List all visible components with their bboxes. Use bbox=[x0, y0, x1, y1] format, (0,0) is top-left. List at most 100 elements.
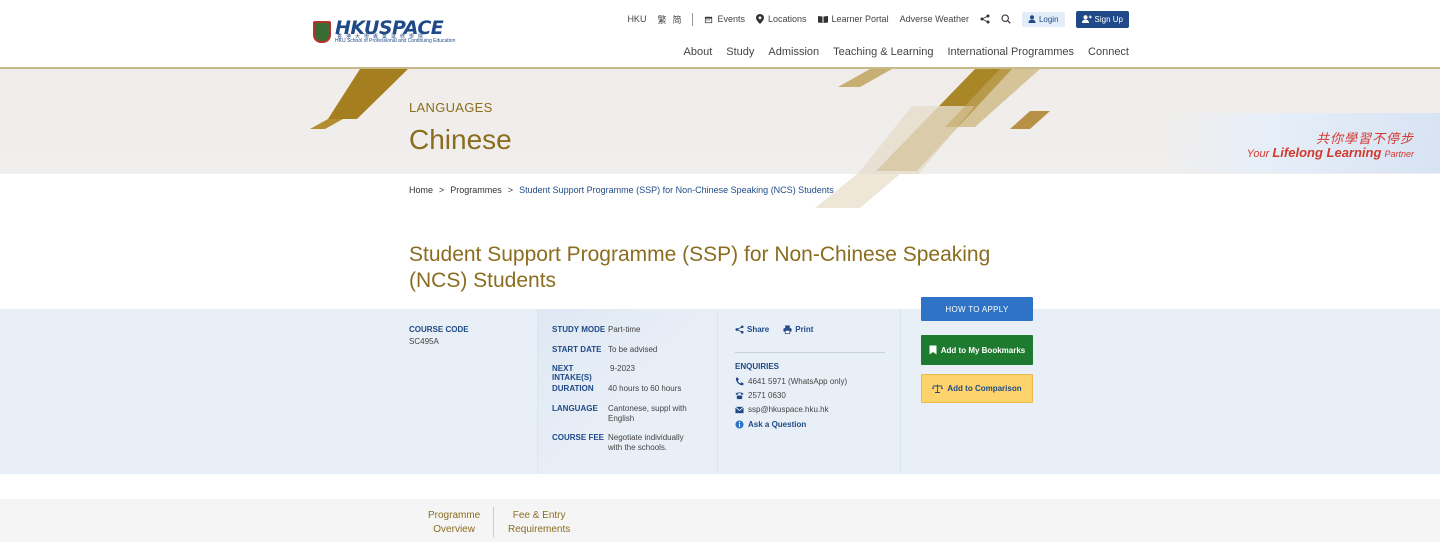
ask-question-link[interactable]: Ask a Question bbox=[735, 420, 806, 429]
search-icon bbox=[1001, 14, 1011, 24]
telephone-icon bbox=[735, 392, 744, 400]
share-button[interactable]: Share bbox=[735, 325, 769, 334]
hkuspace-logo[interactable]: HKUSPACE 香港大學專業進修學院 HKU School of Profes… bbox=[313, 17, 456, 47]
tab-label-line: Programme bbox=[428, 510, 481, 521]
add-user-icon bbox=[1081, 15, 1092, 23]
detail-label: STUDY MODE bbox=[552, 325, 606, 334]
utility-learner-portal-label: Learner Portal bbox=[831, 14, 889, 24]
detail-language: LANGUAGE Cantonese, suppl with English bbox=[552, 404, 690, 424]
search-button[interactable] bbox=[1001, 14, 1011, 24]
print-button[interactable]: Print bbox=[783, 325, 813, 334]
breadcrumb-programmes[interactable]: Programmes bbox=[450, 185, 502, 195]
site-header: HKUSPACE 香港大學專業進修學院 HKU School of Profes… bbox=[0, 0, 1440, 69]
tab-programme-overview[interactable]: Programme Overview bbox=[428, 509, 480, 537]
share-network-button[interactable] bbox=[980, 14, 990, 24]
course-code-value: SC495A bbox=[409, 337, 439, 346]
detail-start-date: START DATE To be advised bbox=[552, 345, 690, 355]
main-nav: About Study Admission Teaching & Learnin… bbox=[684, 46, 1129, 58]
slogan-suffix: Partner bbox=[1384, 149, 1414, 159]
slogan-english: Your Lifelong Learning Partner bbox=[1247, 145, 1414, 160]
printer-icon bbox=[783, 325, 792, 334]
detail-label: START DATE bbox=[552, 345, 602, 354]
utility-hku-label: HKU bbox=[627, 14, 647, 24]
utility-adverse-weather[interactable]: Adverse Weather bbox=[900, 14, 969, 24]
slogan-prefix: Your bbox=[1246, 148, 1270, 160]
page-title: Student Support Programme (SSP) for Non-… bbox=[409, 243, 991, 292]
section-tabs bbox=[0, 499, 1440, 542]
slogan-bold: Lifelong Learning bbox=[1272, 145, 1382, 160]
utility-nav: HKU 繁 简 Events Locations Learner Portal … bbox=[616, 10, 1129, 28]
utility-divider bbox=[692, 12, 694, 26]
detail-value: Part-time bbox=[608, 325, 641, 334]
detail-study-mode: STUDY MODE Part-time bbox=[552, 325, 690, 335]
page-actions: Share Print bbox=[735, 325, 813, 334]
breadcrumb-separator: > bbox=[507, 185, 514, 195]
utility-locations[interactable]: Locations bbox=[756, 14, 807, 24]
utility-events[interactable]: Events bbox=[704, 14, 745, 24]
enquiry-phone[interactable]: 2571 0630 bbox=[735, 391, 786, 400]
utility-events-label: Events bbox=[717, 14, 745, 24]
utility-learner-portal[interactable]: Learner Portal bbox=[817, 14, 889, 24]
utility-traditional-label: 繁 bbox=[657, 14, 667, 25]
tab-label-line: Fee & Entry bbox=[512, 510, 566, 521]
nav-admission[interactable]: Admission bbox=[768, 46, 819, 58]
utility-adverse-weather-label: Adverse Weather bbox=[899, 14, 969, 24]
tab-label-line: Overview bbox=[433, 524, 475, 535]
tab-divider bbox=[493, 507, 494, 537]
signup-label: Sign Up bbox=[1094, 14, 1123, 24]
breadcrumb: Home > Programmes > Student Support Prog… bbox=[409, 185, 834, 195]
add-bookmark-button[interactable]: Add to My Bookmarks bbox=[921, 335, 1033, 365]
add-bookmark-label: Add to My Bookmarks bbox=[940, 345, 1026, 355]
nav-connect[interactable]: Connect bbox=[1088, 46, 1129, 58]
course-info-panel bbox=[0, 309, 1440, 474]
nav-international-programmes[interactable]: International Programmes bbox=[947, 46, 1074, 58]
column-divider bbox=[717, 309, 718, 474]
whatsapp-number: 4641 5971 (WhatsApp only) bbox=[748, 377, 848, 386]
column-divider bbox=[900, 309, 901, 474]
detail-label: NEXT INTAKE(S) bbox=[552, 364, 592, 382]
signup-button[interactable]: Sign Up bbox=[1075, 10, 1129, 28]
utility-hku[interactable]: HKU bbox=[627, 14, 646, 24]
share-label: Share bbox=[747, 325, 770, 334]
add-comparison-label: Add to Comparison bbox=[947, 384, 1022, 393]
share-icon bbox=[735, 325, 744, 334]
category-title: Chinese bbox=[409, 124, 512, 155]
enquiry-email[interactable]: ssp@hkuspace.hku.hk bbox=[735, 405, 829, 414]
nav-study[interactable]: Study bbox=[726, 46, 754, 58]
bookmark-icon bbox=[929, 345, 937, 355]
course-code-label: COURSE CODE bbox=[409, 325, 469, 334]
breadcrumb-separator: > bbox=[439, 185, 445, 195]
detail-label: COURSE FEE bbox=[552, 433, 605, 442]
phone-icon bbox=[735, 377, 744, 386]
detail-value: Cantonese, suppl with English bbox=[608, 404, 687, 423]
add-comparison-button[interactable]: Add to Comparison bbox=[921, 374, 1033, 403]
breadcrumb-home[interactable]: Home bbox=[409, 185, 433, 195]
detail-course-fee: COURSE FEE Negotiate individually with t… bbox=[552, 433, 690, 453]
nav-teaching-learning[interactable]: Teaching & Learning bbox=[833, 46, 933, 58]
detail-duration: DURATION 40 hours to 60 hours bbox=[552, 384, 690, 394]
utility-traditional[interactable]: 繁 bbox=[657, 13, 666, 26]
nav-about[interactable]: About bbox=[684, 46, 713, 58]
enquiries-title: ENQUIRIES bbox=[735, 362, 780, 371]
phone-number: 2571 0630 bbox=[748, 391, 786, 400]
crest-icon bbox=[313, 21, 331, 43]
detail-label: LANGUAGE bbox=[552, 404, 598, 413]
utility-simplified[interactable]: 简 bbox=[672, 13, 681, 26]
enquiry-whatsapp[interactable]: 4641 5971 (WhatsApp only) bbox=[735, 377, 847, 386]
utility-simplified-label: 简 bbox=[672, 14, 682, 25]
logo-subtitle: HKU School of Professional and Continuin… bbox=[335, 38, 456, 44]
course-code: COURSE CODE SC495A bbox=[409, 325, 469, 346]
location-pin-icon bbox=[756, 14, 764, 24]
divider bbox=[735, 352, 885, 353]
tab-fee-entry-requirements[interactable]: Fee & Entry Requirements bbox=[508, 509, 570, 537]
how-to-apply-button[interactable]: HOW TO APPLY bbox=[921, 297, 1033, 321]
how-to-apply-label: HOW TO APPLY bbox=[945, 304, 1009, 314]
email-address: ssp@hkuspace.hku.hk bbox=[748, 405, 829, 414]
utility-locations-label: Locations bbox=[768, 14, 807, 24]
login-button[interactable]: Login bbox=[1021, 11, 1065, 27]
detail-value: To be advised bbox=[608, 345, 658, 354]
user-icon bbox=[1028, 15, 1036, 23]
tab-label-line: Requirements bbox=[508, 524, 571, 535]
category-label: LANGUAGES bbox=[409, 100, 493, 115]
breadcrumb-current[interactable]: Student Support Programme (SSP) for Non-… bbox=[519, 185, 834, 195]
